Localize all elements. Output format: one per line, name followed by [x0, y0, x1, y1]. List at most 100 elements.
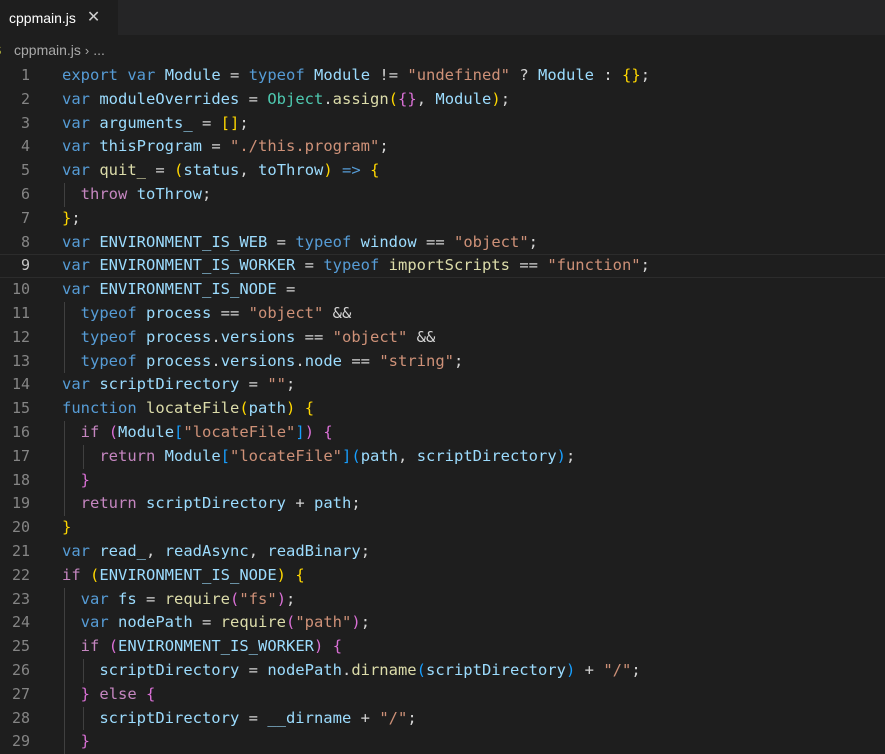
- code-token: throw: [80, 185, 128, 203]
- code-token: ;: [351, 494, 361, 513]
- code-line[interactable]: 9 var ENVIRONMENT_IS_WORKER = typeof impo…: [0, 254, 885, 278]
- code-line[interactable]: 2 var moduleOverrides = Object.assign({},…: [0, 88, 885, 112]
- code-line[interactable]: 28 scriptDirectory = __dirname + "/";: [0, 706, 885, 731]
- code-token: toThrow: [258, 161, 324, 180]
- code-token: ): [304, 423, 315, 441]
- code-token: =: [146, 161, 175, 180]
- line-number: 21: [11, 542, 30, 560]
- code-token: readBinary: [267, 542, 361, 560]
- breadcrumb-more[interactable]: ...: [93, 42, 105, 58]
- code-text: } else {: [62, 683, 156, 707]
- code-token: Module: [314, 66, 371, 84]
- code-line[interactable]: 4 var thisProgram = "./this.program";: [0, 135, 885, 159]
- code-token: typeof: [80, 327, 137, 346]
- code-text: var read_, readAsync, readBinary;: [62, 540, 370, 564]
- code-token: dirname: [351, 661, 417, 679]
- code-line[interactable]: 12 typeof process.versions == "object" &…: [0, 325, 885, 350]
- code-token: else: [99, 684, 137, 703]
- code-token: =: [239, 708, 268, 727]
- code-text: var ENVIRONMENT_IS_NODE =: [62, 278, 295, 302]
- code-token: ?: [510, 66, 539, 84]
- code-token: require: [164, 589, 231, 608]
- tab-bar: cppmain.js ✕: [0, 0, 885, 35]
- close-icon[interactable]: ✕: [87, 9, 100, 26]
- code-line[interactable]: 5 var quit_ = (status, toThrow) => {: [0, 159, 885, 183]
- code-line[interactable]: 13 typeof process.versions.node == "stri…: [0, 349, 885, 374]
- line-number: 8: [20, 232, 30, 251]
- code-token: "": [267, 375, 286, 394]
- code-token: ;: [379, 137, 389, 156]
- code-token: typeof: [80, 351, 137, 370]
- code-token: ): [323, 161, 333, 180]
- code-editor[interactable]: 1 export var Module = typeof Module != "u…: [0, 64, 885, 754]
- code-token: ENVIRONMENT_IS_NODE: [99, 565, 277, 584]
- code-line[interactable]: 14 var scriptDirectory = "";: [0, 373, 885, 397]
- code-token: .: [211, 327, 221, 346]
- code-text: if (ENVIRONMENT_IS_WORKER) {: [62, 635, 342, 659]
- code-token: {: [146, 684, 156, 703]
- code-line[interactable]: 7};: [0, 207, 885, 231]
- code-token: [: [220, 446, 231, 465]
- code-line[interactable]: 23 var fs = require("fs");: [0, 587, 885, 612]
- code-token: ): [276, 565, 287, 584]
- code-token: "object": [454, 232, 529, 251]
- code-line[interactable]: 6 throw toThrow;: [0, 183, 885, 207]
- code-line[interactable]: 17 return Module["locateFile"](path, scr…: [0, 444, 885, 469]
- code-token: ==: [342, 351, 380, 370]
- line-number: 3: [20, 113, 30, 132]
- code-token: scriptDirectory: [99, 661, 240, 679]
- code-token: ;: [71, 208, 81, 227]
- code-token: var: [62, 113, 90, 132]
- code-token: =: [202, 137, 230, 156]
- code-line[interactable]: 10 var ENVIRONMENT_IS_NODE =: [0, 278, 885, 302]
- code-line[interactable]: 11 typeof process == "object" &&: [0, 302, 885, 326]
- line-number: 2: [20, 89, 30, 108]
- line-number: 27: [11, 684, 30, 703]
- code-line[interactable]: 24 var nodePath = require("path");: [0, 611, 885, 636]
- code-line[interactable]: 22 if (ENVIRONMENT_IS_NODE) {: [0, 564, 885, 588]
- code-text: scriptDirectory = nodePath.dirname(scrip…: [62, 659, 640, 683]
- code-token: typeof: [80, 304, 137, 322]
- code-token: (: [108, 637, 119, 656]
- code-line[interactable]: 29 }: [0, 730, 885, 754]
- code-line[interactable]: 15 function locateFile(path) {: [0, 397, 885, 421]
- code-token: return: [80, 494, 137, 513]
- code-text: return Module["locateFile"](path, script…: [62, 445, 575, 469]
- code-token: =: [295, 256, 324, 275]
- code-line[interactable]: 25 if (ENVIRONMENT_IS_WORKER) {: [0, 635, 885, 659]
- code-token: "locateFile": [230, 446, 342, 465]
- line-number: 12: [11, 327, 30, 346]
- tab-cppmain-js[interactable]: cppmain.js ✕: [0, 0, 118, 35]
- breadcrumb-file[interactable]: cppmain.js: [14, 42, 81, 58]
- code-token: nodePath: [267, 661, 342, 679]
- code-token: path: [360, 446, 399, 465]
- code-line[interactable]: 8 var ENVIRONMENT_IS_WEB = typeof window …: [0, 231, 885, 255]
- code-line[interactable]: 3 var arguments_ = [];: [0, 112, 885, 136]
- code-token: +: [286, 494, 314, 513]
- code-line[interactable]: 27 } else {: [0, 682, 885, 707]
- code-line[interactable]: 20}: [0, 516, 885, 540]
- code-token: __dirname: [267, 708, 352, 727]
- code-line[interactable]: 19 return scriptDirectory + path;: [0, 492, 885, 517]
- code-token: if: [80, 637, 100, 656]
- code-token: ENVIRONMENT_IS_WORKER: [118, 637, 314, 656]
- line-number: 22: [11, 565, 30, 584]
- code-line[interactable]: 26 scriptDirectory = nodePath.dirname(sc…: [0, 659, 885, 683]
- code-line[interactable]: 18 }: [0, 468, 885, 493]
- code-line[interactable]: 16 if (Module["locateFile"]) {: [0, 421, 885, 445]
- code-line[interactable]: 1 export var Module = typeof Module != "u…: [0, 64, 885, 88]
- code-token: var: [62, 137, 90, 156]
- code-text: return scriptDirectory + path;: [62, 492, 361, 516]
- code-token: ,: [239, 161, 259, 180]
- code-token: if: [62, 565, 81, 584]
- code-line[interactable]: 21 var read_, readAsync, readBinary;: [0, 540, 885, 564]
